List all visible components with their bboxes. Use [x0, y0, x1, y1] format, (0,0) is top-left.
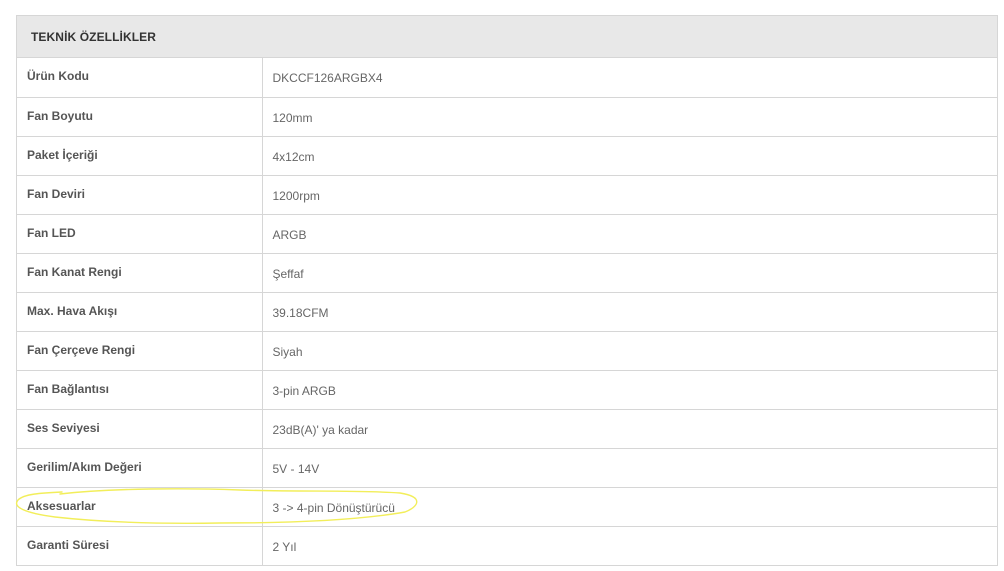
spec-value: 3-pin ARGB: [262, 370, 997, 410]
spec-value: DKCCF126ARGBX4: [262, 58, 997, 98]
spec-value: 2 Yıl: [272, 539, 297, 554]
spec-label: Ses Seviyesi: [17, 409, 263, 449]
table-row: Paket İçeriği 4x12cm: [17, 136, 997, 176]
spec-value: 5V - 14V: [262, 448, 997, 488]
table-row: Max. Hava Akışı 39.18CFM: [17, 292, 997, 332]
table-row: Fan LED ARGB: [17, 214, 997, 254]
spec-label: Garanti Süresi: [17, 526, 263, 565]
table-row: Fan Boyutu 120mm: [17, 97, 997, 137]
spec-value: 39.18CFM: [262, 292, 997, 332]
spec-label: Max. Hava Akışı: [17, 292, 263, 332]
spec-label: Aksesuarlar: [17, 487, 263, 527]
spec-label: Fan Deviri: [17, 175, 263, 215]
spec-label: Paket İçeriği: [17, 136, 263, 176]
spec-label: Fan Bağlantısı: [17, 370, 263, 410]
table-row: Fan Kanat Rengi Şeffaf: [17, 253, 997, 293]
spec-label: Fan Boyutu: [17, 97, 263, 137]
specs-title: TEKNİK ÖZELLİKLER: [31, 29, 157, 44]
spec-value: Siyah: [262, 331, 997, 371]
specs-header: TEKNİK ÖZELLİKLER: [17, 16, 997, 58]
spec-value: Şeffaf: [262, 253, 997, 293]
spec-label: Fan Çerçeve Rengi: [17, 331, 263, 371]
specs-table: Ürün Kodu DKCCF126ARGBX4 Fan Boyutu 120m…: [17, 58, 997, 565]
table-row: Ürün Kodu DKCCF126ARGBX4: [17, 58, 997, 98]
spec-label: Ürün Kodu: [17, 58, 263, 98]
table-row: Fan Bağlantısı 3-pin ARGB: [17, 370, 997, 410]
table-row: Fan Deviri 1200rpm: [17, 175, 997, 215]
spec-label: Fan LED: [17, 214, 263, 254]
table-row: Aksesuarlar 3 -> 4-pin Dönüştürücü: [17, 487, 997, 527]
table-row: Fan Çerçeve Rengi Siyah: [17, 331, 997, 371]
spec-label: Gerilim/Akım Değeri: [17, 448, 263, 488]
technical-specs-panel: TEKNİK ÖZELLİKLER Ürün Kodu DKCCF126ARGB…: [16, 15, 998, 566]
spec-value: ARGB: [262, 214, 997, 254]
spec-label: Fan Kanat Rengi: [17, 253, 263, 293]
spec-value: 23dB(A)' ya kadar: [262, 409, 997, 449]
table-row: Garanti Süresi 2 Yıl: [17, 526, 997, 565]
spec-value: 1200rpm: [262, 175, 997, 215]
spec-value: 120mm: [262, 97, 997, 137]
spec-value: 3 -> 4-pin Dönüştürücü: [262, 487, 997, 527]
spec-value: 4x12cm: [262, 136, 997, 176]
table-row: Gerilim/Akım Değeri 5V - 14V: [17, 448, 997, 488]
table-row: Ses Seviyesi 23dB(A)' ya kadar: [17, 409, 997, 449]
